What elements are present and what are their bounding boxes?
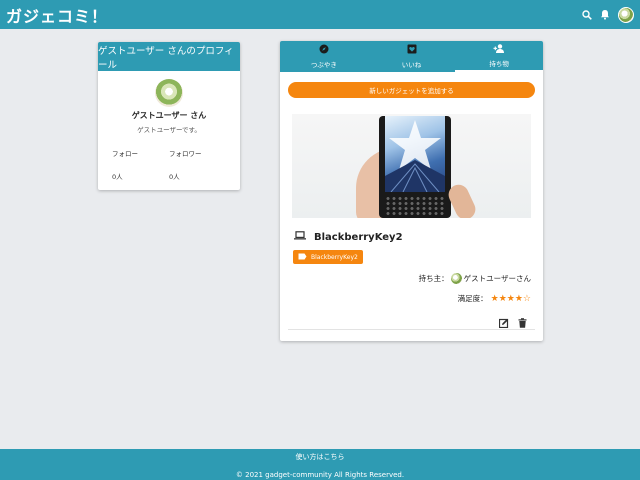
tag-label: BlackberryKey2 (311, 253, 358, 261)
star-filled-icon: ★ (506, 293, 515, 304)
profile-avatar (155, 79, 183, 107)
follow-stats: フォロー 0人 フォロワー 0人 (98, 148, 240, 181)
gadget-title[interactable]: BlackberryKey2 (314, 232, 403, 243)
gadget-owner: 持ち主： ゲストユーザーさん (419, 273, 531, 284)
gadget-rating: 満足度： ★★★★☆ (458, 293, 531, 304)
follower-count: 0人 (169, 173, 180, 181)
gadget-title-row: BlackberryKey2 (294, 231, 403, 243)
follow-stat[interactable]: フォロー 0人 (112, 148, 169, 181)
brand-logo[interactable]: ガジェコミ！ (6, 3, 108, 27)
owner-name[interactable]: ゲストユーザーさん (464, 273, 531, 284)
star-filled-icon: ★ (490, 293, 499, 304)
user-avatar[interactable] (618, 6, 634, 23)
profile-name: ゲストユーザー さん (131, 111, 207, 120)
rating-stars: ★★★★☆ (491, 294, 531, 304)
tab-tweets[interactable]: つぶやき (280, 41, 368, 72)
follow-count: 0人 (112, 173, 123, 181)
owner-avatar[interactable] (450, 273, 462, 284)
profile-description: ゲストユーザーです。 (137, 126, 201, 134)
bell-icon[interactable] (600, 9, 610, 20)
person-add-icon (493, 43, 505, 55)
gadget-photo[interactable] (292, 114, 531, 218)
owner-label: 持ち主： (418, 274, 449, 283)
appbar-actions (582, 6, 634, 23)
follower-label: フォロワー (169, 150, 202, 158)
follow-label: フォロー (112, 150, 138, 158)
search-icon[interactable] (582, 9, 592, 20)
profile-tabs: つぶやき いいね 持ち物 (280, 41, 544, 72)
follower-stat[interactable]: フォロワー 0人 (169, 148, 226, 181)
star-filled-icon: ★ (514, 293, 523, 304)
star-empty-icon: ☆ (522, 293, 531, 304)
gadget-tag[interactable]: BlackberryKey2 (293, 250, 363, 264)
tab-likes[interactable]: いいね (368, 41, 456, 72)
heart-box-icon (407, 44, 417, 56)
profile-header: ゲストユーザー さんのプロフィール (98, 42, 240, 71)
profile-card: ゲストユーザー さんのプロフィール ゲストユーザー さん ゲストユーザーです。 … (98, 42, 240, 190)
copyright: © 2021 gadget-community All Rights Reser… (235, 471, 405, 479)
compass-icon (319, 44, 329, 56)
rating-label: 満足度： (457, 294, 488, 303)
page-footer: 使い方はこちら © 2021 gadget-community All Righ… (0, 449, 640, 480)
tab-label: 持ち物 (489, 59, 509, 68)
photo-screen (385, 116, 445, 192)
tab-belongings[interactable]: 持ち物 (455, 41, 544, 72)
tab-label: いいね (401, 61, 422, 69)
star-filled-icon: ★ (498, 293, 507, 304)
card-divider (288, 329, 535, 330)
laptop-icon (294, 231, 306, 243)
how-to-use-link[interactable]: 使い方はこちら (0, 449, 640, 462)
tab-label: つぶやき (310, 61, 337, 69)
gadget-panel: つぶやき いいね 持ち物 新しいガジェットを追加する BlackberryKey… (280, 41, 544, 341)
photo-keyboard (385, 196, 445, 216)
tag-icon (298, 253, 307, 262)
add-gadget-button[interactable]: 新しいガジェットを追加する (288, 82, 535, 98)
app-bar: ガジェコミ！ (0, 0, 640, 29)
